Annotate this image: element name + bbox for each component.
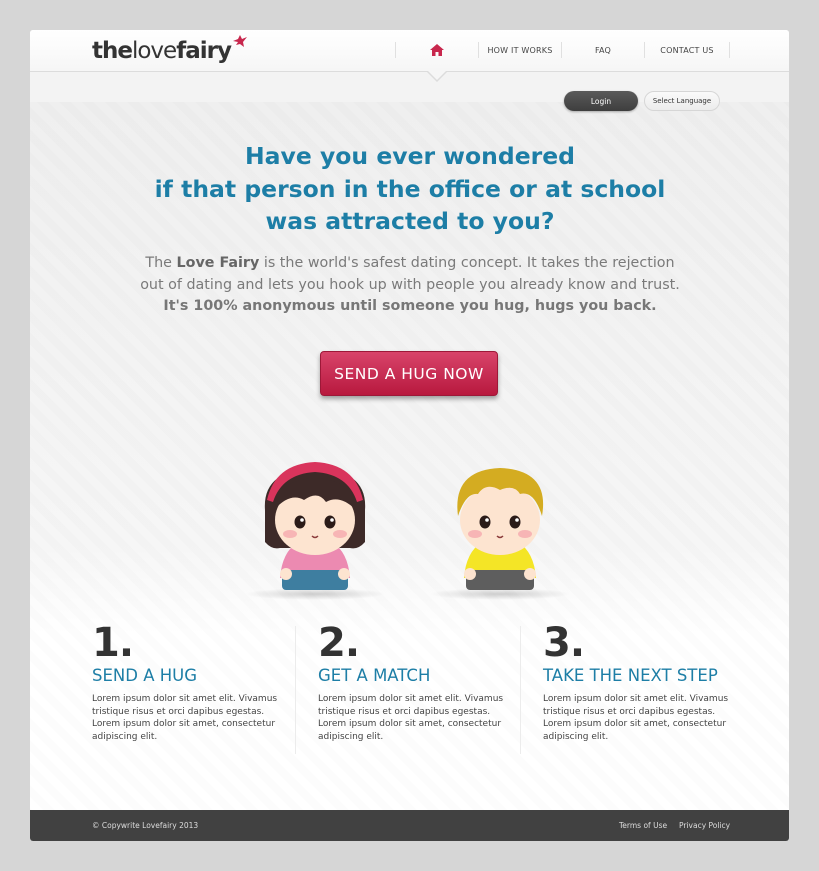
bird-icon: [233, 35, 247, 47]
kids-illustration: [245, 462, 570, 600]
nav-divider: [729, 42, 730, 58]
select-language-button[interactable]: Select Language: [644, 91, 720, 111]
hero-headline-line: if that person in the office or at schoo…: [154, 174, 666, 203]
step-title: TAKE THE NEXT STEP: [543, 666, 718, 685]
brand-name-bold: Love Fairy: [176, 255, 260, 271]
logo-fairy: fairy: [176, 38, 232, 64]
logo-the: the: [92, 38, 133, 64]
page-frame: thelovefairy HOW IT WORKS FAQ CONTACT US…: [30, 30, 789, 841]
step-number: 1.: [92, 620, 134, 666]
step-2: 2. GET A MATCH Lorem ipsum dolor sit ame…: [318, 620, 518, 743]
nav-how-it-works[interactable]: HOW IT WORKS: [479, 38, 561, 62]
hero-description: The Love Fairy is the world's safest dat…: [90, 252, 730, 296]
nav-home[interactable]: [396, 38, 478, 62]
step-divider: [520, 626, 521, 754]
active-nav-pointer: [428, 71, 446, 80]
hero-description-line-1: The Love Fairy is the world's safest dat…: [90, 252, 730, 274]
logo[interactable]: thelovefairy: [92, 34, 232, 68]
site-footer: © Copywrite Lovefairy 2013 Terms of Use …: [30, 810, 789, 841]
site-header: thelovefairy HOW IT WORKS FAQ CONTACT US: [30, 30, 789, 72]
boy-character: [430, 468, 570, 600]
step-text: Lorem ipsum dolor sit amet elit. Vivamus…: [92, 694, 278, 742]
step-title: SEND A HUG: [92, 666, 197, 685]
step-text: Lorem ipsum dolor sit amet elit. Vivamus…: [318, 694, 504, 742]
copyright-text: © Copywrite Lovefairy 2013: [92, 821, 199, 830]
sub-pre: The: [145, 255, 177, 271]
step-title: GET A MATCH: [318, 666, 431, 685]
hero-headline-line: Have you ever wondered: [245, 142, 575, 170]
nav-contact-us[interactable]: CONTACT US: [645, 38, 729, 62]
step-divider: [295, 626, 296, 754]
step-number: 2.: [318, 620, 360, 666]
nav-faq[interactable]: FAQ: [562, 38, 644, 62]
login-button[interactable]: Login: [564, 91, 638, 111]
girl-character: [245, 462, 385, 600]
step-1: 1. SEND A HUG Lorem ipsum dolor sit amet…: [92, 620, 292, 743]
logo-love: love: [131, 38, 177, 64]
hero-headline-line: was attracted to you?: [265, 207, 555, 235]
send-hug-button[interactable]: SEND A HUG NOW: [320, 351, 498, 396]
home-icon: [430, 44, 444, 56]
step-3: 3. TAKE THE NEXT STEP Lorem ipsum dolor …: [543, 620, 743, 743]
main-nav: HOW IT WORKS FAQ CONTACT US: [395, 38, 730, 62]
hero-anonymous-note: It's 100% anonymous until someone you hu…: [163, 298, 657, 314]
privacy-policy-link[interactable]: Privacy Policy: [679, 821, 730, 830]
hero-headline: Have you ever wondered if that person in…: [90, 140, 730, 238]
terms-of-use-link[interactable]: Terms of Use: [619, 821, 667, 830]
step-number: 3.: [543, 620, 585, 666]
sub-post: is the world's safest dating concept. It…: [259, 255, 675, 271]
hero-description-line-2: out of dating and lets you hook up with …: [140, 277, 680, 293]
step-text: Lorem ipsum dolor sit amet elit. Vivamus…: [543, 694, 729, 742]
